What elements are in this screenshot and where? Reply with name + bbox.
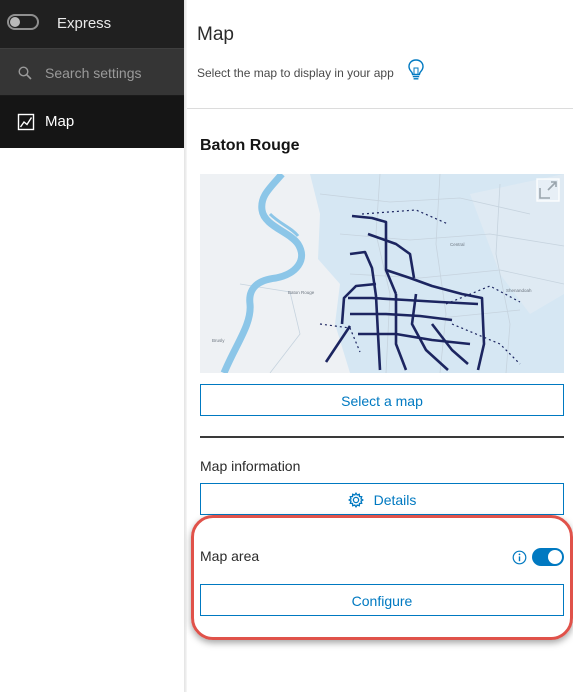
express-toggle-row[interactable]: Express: [0, 0, 184, 48]
sidebar-item-map[interactable]: Map: [0, 96, 184, 148]
details-button[interactable]: Details: [200, 483, 564, 515]
svg-text:Central: Central: [450, 242, 465, 247]
map-area-toggle[interactable]: [532, 548, 564, 566]
map-area-label: Map area: [200, 548, 260, 564]
select-map-button[interactable]: Select a map: [200, 384, 564, 416]
panel-divider: [184, 0, 187, 692]
express-toggle[interactable]: [7, 14, 39, 30]
express-label: Express: [57, 15, 112, 32]
map-icon: [17, 113, 35, 131]
map-information-label: Map information: [200, 458, 301, 474]
gear-icon: [347, 492, 364, 508]
sidebar-item-label: Map: [45, 113, 75, 130]
svg-text:Brusly: Brusly: [212, 338, 225, 343]
search-settings-input[interactable]: Search settings: [45, 65, 142, 81]
lightbulb-icon[interactable]: [407, 58, 425, 82]
configure-button[interactable]: Configure: [200, 584, 564, 616]
header-divider: [187, 108, 573, 109]
toggle-knob: [10, 17, 20, 27]
svg-text:Shenandoah: Shenandoah: [506, 288, 532, 293]
section-divider: [200, 436, 564, 438]
page-title: Map: [197, 24, 234, 45]
page-description: Select the map to display in your app: [197, 66, 394, 80]
open-external-icon[interactable]: [536, 178, 560, 202]
info-icon[interactable]: [512, 550, 527, 565]
search-icon: [18, 66, 32, 80]
svg-text:Baton Rouge: Baton Rouge: [288, 290, 315, 295]
highlight-callout: [191, 515, 573, 640]
map-thumbnail[interactable]: Baton Rouge Central Shenandoah Brusly: [200, 174, 564, 373]
toggle-knob: [548, 550, 562, 564]
map-title: Baton Rouge: [200, 137, 300, 154]
settings-sidebar: Express Search settings Map: [0, 0, 184, 148]
search-settings-row[interactable]: Search settings: [0, 48, 184, 96]
details-button-label: Details: [373, 492, 417, 508]
